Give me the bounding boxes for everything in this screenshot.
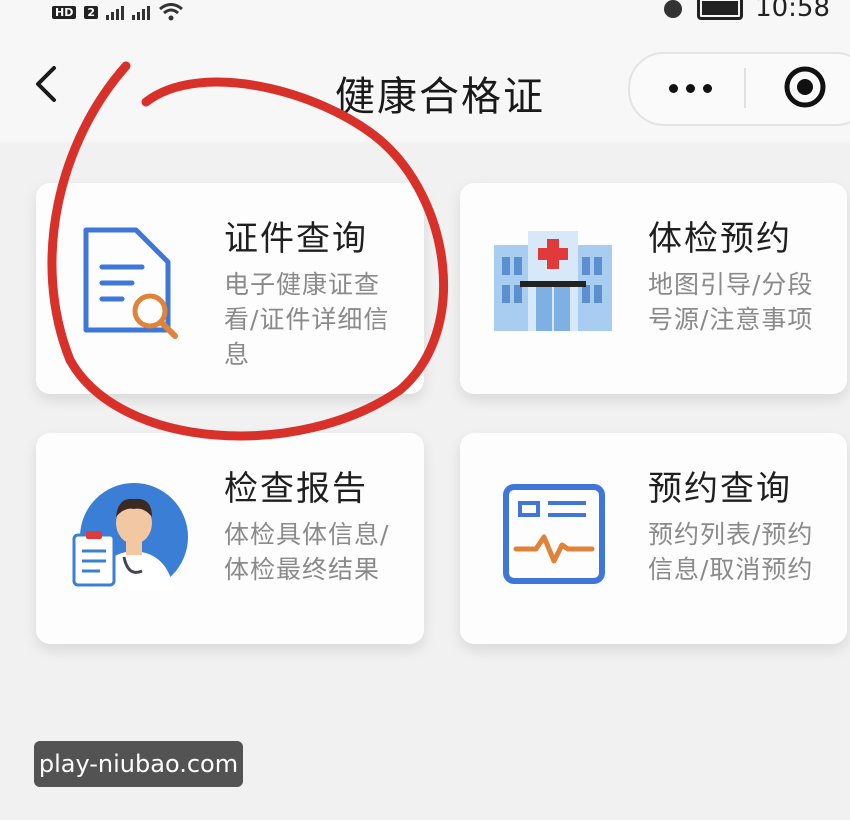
card-appointment-query[interactable]: 预约查询 预约列表/预约信息/取消预约 (460, 433, 847, 644)
more-menu-icon[interactable] (660, 72, 720, 104)
card-title: 检查报告 (224, 469, 368, 509)
status-right: 10:58 (661, 0, 830, 23)
hd-badge: HD (52, 5, 77, 19)
doctor-icon (72, 483, 188, 591)
card-exam-report[interactable]: 检查报告 体检具体信息/体检最终结果 (36, 433, 424, 644)
card-title: 体检预约 (648, 219, 792, 259)
alarm-icon (664, 0, 683, 18)
watermark-label: play-niubao.com (34, 741, 243, 787)
card-title: 预约查询 (648, 469, 792, 509)
monitor-pulse-icon (503, 484, 605, 584)
status-time: 10:58 (755, 0, 830, 23)
capsule-divider (744, 68, 746, 108)
card-description: 电子健康证查看/证件详细信息 (224, 270, 390, 369)
card-description: 体检具体信息/体检最终结果 (224, 520, 390, 584)
hospital-icon (494, 231, 612, 331)
nav-bar: 健康合格证 (0, 24, 850, 142)
status-bar: HD 2 10:58 (0, 0, 850, 24)
card-title: 证件查询 (224, 219, 368, 259)
signal-icon (106, 4, 124, 20)
sim-badge: 2 (84, 5, 98, 19)
wifi-icon (159, 3, 183, 21)
card-certificate-query[interactable]: 证件查询 电子健康证查看/证件详细信息 (36, 183, 424, 394)
signal-icon-2 (132, 4, 150, 20)
card-exam-appointment[interactable]: 体检预约 地图引导/分段号源/注意事项 (460, 183, 847, 394)
card-description: 地图引导/分段号源/注意事项 (648, 270, 814, 334)
card-description: 预约列表/预约信息/取消预约 (648, 520, 814, 584)
status-left: HD 2 (52, 0, 184, 24)
battery-icon (697, 0, 744, 20)
document-search-icon (83, 227, 178, 339)
close-target-icon[interactable] (783, 65, 827, 109)
mini-program-capsule (628, 52, 850, 126)
